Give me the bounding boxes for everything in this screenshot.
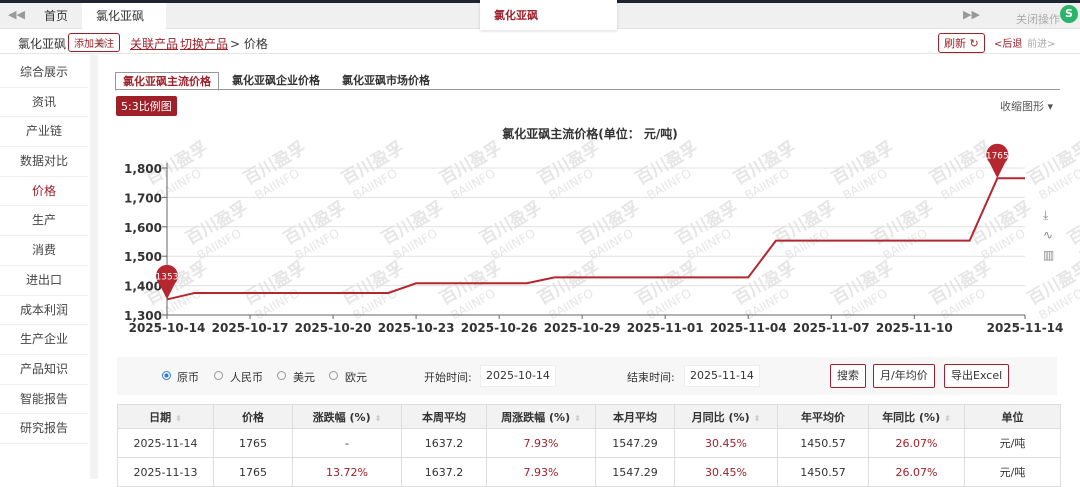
x-tick-label: 2025-11-01 bbox=[627, 321, 704, 335]
header-label: 日期 bbox=[149, 411, 171, 424]
column-header[interactable]: 周涨跌幅 (%) ⬍ bbox=[487, 405, 596, 429]
column-header[interactable]: 年平均价 bbox=[778, 405, 869, 429]
table-cell: - bbox=[293, 429, 402, 458]
table-cell: 2025-11-14 bbox=[118, 429, 214, 458]
table-cell: 元/吨 bbox=[965, 458, 1061, 487]
radio-label: 原币 bbox=[177, 369, 199, 385]
table-cell: 7.93% bbox=[487, 458, 596, 487]
header-label: 涨跌幅 (%) bbox=[313, 411, 371, 424]
table-cell: 7.93% bbox=[487, 429, 596, 458]
radio-label: 人民币 bbox=[230, 369, 263, 385]
avg-price-button[interactable]: 月/年均价 bbox=[873, 364, 935, 388]
header-label: 本月平均 bbox=[613, 411, 657, 424]
radio-original[interactable] bbox=[162, 371, 171, 380]
table-cell: 26.07% bbox=[869, 458, 965, 487]
radio-label: 美元 bbox=[293, 369, 315, 385]
radio-eur[interactable] bbox=[329, 371, 338, 380]
header-label: 月同比 (%) bbox=[692, 411, 750, 424]
price-table: 日期 ⬍ 价格 涨跌幅 (%) ⬍ 本周平均 周涨跌幅 (%) ⬍ 本月平均 月同比 (%) ⬍ 年平… bbox=[117, 404, 1061, 487]
x-tick-label: 2025-11-07 bbox=[793, 321, 870, 335]
y-tick-label: 1,800 bbox=[124, 162, 162, 176]
export-excel-button[interactable]: 导出Excel bbox=[944, 364, 1009, 388]
header-label: 单位 bbox=[1002, 411, 1024, 424]
end-date-input[interactable]: 2025-11-14 bbox=[684, 365, 760, 387]
table-cell: 1637.2 bbox=[402, 458, 487, 487]
table-cell: 1765 bbox=[214, 429, 293, 458]
table-cell: 30.45% bbox=[675, 429, 778, 458]
radio-usd[interactable] bbox=[277, 371, 286, 380]
header-label: 年同比 (%) bbox=[882, 411, 940, 424]
sort-icon[interactable]: ⬍ bbox=[574, 414, 581, 423]
table-cell: 13.72% bbox=[293, 458, 402, 487]
table-cell: 1547.29 bbox=[596, 429, 675, 458]
filter-bar: 原币 人民币 美元 欧元 开始时间: 2025-10-14 结束时间: 2025… bbox=[117, 357, 1057, 395]
chart-tools: ⤓ ∿ ▥ bbox=[1043, 205, 1054, 265]
header-label: 周涨跌幅 (%) bbox=[501, 411, 570, 424]
table-cell: 1765 bbox=[214, 458, 293, 487]
watermark: 百川盈孚 bbox=[1064, 197, 1080, 249]
x-tick-label: 2025-10-23 bbox=[378, 321, 455, 335]
sort-icon[interactable]: ⬍ bbox=[175, 414, 182, 423]
end-label: 结束时间: bbox=[627, 369, 675, 385]
line-chart-icon[interactable]: ∿ bbox=[1043, 225, 1054, 245]
x-tick-label: 2025-11-14 bbox=[987, 321, 1064, 335]
download-icon[interactable]: ⤓ bbox=[1043, 205, 1054, 225]
table-cell: 1450.57 bbox=[778, 458, 869, 487]
x-tick-label: 2025-11-10 bbox=[876, 321, 953, 335]
radio-rmb[interactable] bbox=[214, 371, 223, 380]
table-row: 2025-11-13176513.72%1637.27.93%1547.2930… bbox=[118, 458, 1061, 487]
column-header[interactable]: 本月平均 bbox=[596, 405, 675, 429]
sort-icon[interactable]: ⬍ bbox=[944, 414, 951, 423]
header-label: 年平均价 bbox=[801, 411, 845, 424]
marker-label: 1353 bbox=[156, 272, 179, 282]
sort-icon[interactable]: ⬍ bbox=[754, 414, 761, 423]
column-header[interactable]: 单位 bbox=[965, 405, 1061, 429]
chart-title: 氯化亚砜主流价格(单位： 元/吨) bbox=[0, 125, 1080, 142]
table-cell: 1637.2 bbox=[402, 429, 487, 458]
marker-label: 1765 bbox=[986, 151, 1009, 161]
column-header[interactable]: 本周平均 bbox=[402, 405, 487, 429]
table-cell: 1547.29 bbox=[596, 458, 675, 487]
header-label: 价格 bbox=[242, 411, 264, 424]
column-header[interactable]: 年同比 (%) ⬍ bbox=[869, 405, 965, 429]
x-tick-label: 2025-10-14 bbox=[129, 321, 206, 335]
column-header[interactable]: 日期 ⬍ bbox=[118, 405, 214, 429]
x-tick-label: 2025-10-26 bbox=[461, 321, 538, 335]
table-row: 2025-11-141765-1637.27.93%1547.2930.45%1… bbox=[118, 429, 1061, 458]
y-tick-label: 1,700 bbox=[124, 191, 162, 205]
x-tick-label: 2025-10-29 bbox=[544, 321, 621, 335]
column-header[interactable]: 月同比 (%) ⬍ bbox=[675, 405, 778, 429]
start-date-input[interactable]: 2025-10-14 bbox=[480, 365, 556, 387]
header-label: 本周平均 bbox=[422, 411, 466, 424]
table-cell: 1450.57 bbox=[778, 429, 869, 458]
bar-chart-icon[interactable]: ▥ bbox=[1043, 245, 1054, 265]
search-button[interactable]: 搜索 bbox=[830, 364, 866, 388]
table-cell: 26.07% bbox=[869, 429, 965, 458]
sort-icon[interactable]: ⬍ bbox=[375, 414, 382, 423]
x-tick-label: 2025-11-04 bbox=[710, 321, 787, 335]
y-tick-label: 1,500 bbox=[124, 250, 162, 264]
column-header[interactable]: 价格 bbox=[214, 405, 293, 429]
radio-label: 欧元 bbox=[345, 369, 367, 385]
table-header: 日期 ⬍ 价格 涨跌幅 (%) ⬍ 本周平均 周涨跌幅 (%) ⬍ 本月平均 月同比 (%) ⬍ 年平… bbox=[118, 405, 1061, 429]
table-cell: 元/吨 bbox=[965, 429, 1061, 458]
x-tick-label: 2025-10-20 bbox=[295, 321, 372, 335]
table-cell: 30.45% bbox=[675, 458, 778, 487]
column-header[interactable]: 涨跌幅 (%) ⬍ bbox=[293, 405, 402, 429]
y-tick-label: 1,600 bbox=[124, 221, 162, 235]
start-label: 开始时间: bbox=[424, 369, 472, 385]
table-cell: 2025-11-13 bbox=[118, 458, 214, 487]
x-tick-label: 2025-10-17 bbox=[212, 321, 289, 335]
